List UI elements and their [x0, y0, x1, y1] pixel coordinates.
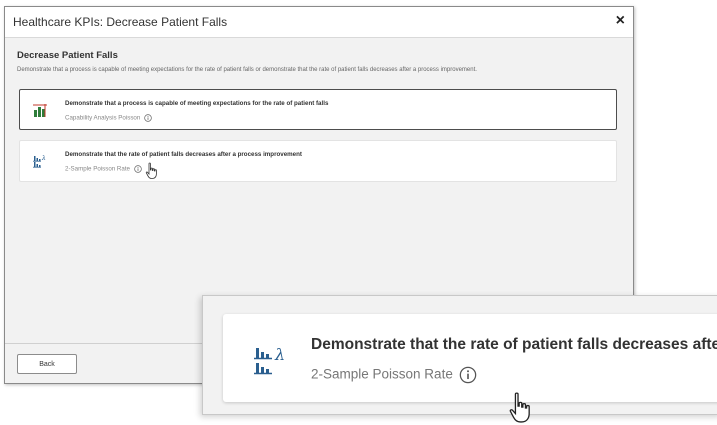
- option-card-subtitle: Capability Analysis Poisson: [65, 114, 152, 122]
- info-icon[interactable]: [134, 165, 142, 173]
- option-card-capability[interactable]: Demonstrate that a process is capable of…: [19, 89, 617, 130]
- option-card-subtitle: 2-Sample Poisson Rate: [65, 165, 142, 173]
- option-card-poisson[interactable]: λ Demonstrate that the rate of patient f…: [19, 140, 617, 182]
- option-card-title: Demonstrate that a process is capable of…: [65, 100, 329, 107]
- dialog-title: Healthcare KPIs: Decrease Patient Falls: [13, 15, 228, 29]
- zoomed-card-title: Demonstrate that the rate of patient fal…: [311, 336, 717, 353]
- back-button[interactable]: Back: [17, 354, 77, 374]
- section-heading: Decrease Patient Falls: [17, 50, 118, 61]
- zoomed-card-subtitle: 2-Sample Poisson Rate: [311, 366, 477, 384]
- hand-cursor-icon: [145, 162, 157, 179]
- svg-text:λ: λ: [274, 345, 285, 364]
- info-icon[interactable]: [459, 366, 477, 384]
- zoom-callout: λ Demonstrate that the rate of patient f…: [202, 295, 717, 423]
- svg-text:λ: λ: [41, 155, 46, 162]
- dialog-titlebar: Healthcare KPIs: Decrease Patient Falls …: [5, 7, 633, 38]
- option-card-subtitle-text: 2-Sample Poisson Rate: [65, 165, 131, 173]
- option-card-title: Demonstrate that the rate of patient fal…: [65, 151, 302, 158]
- hand-cursor-icon: [509, 392, 530, 423]
- close-icon[interactable]: ×: [616, 12, 625, 30]
- info-icon[interactable]: [144, 114, 152, 122]
- option-card-subtitle-text: Capability Analysis Poisson: [65, 114, 141, 122]
- poisson-rate-icon: λ: [33, 155, 46, 168]
- zoomed-card-subtitle-text: 2-Sample Poisson Rate: [311, 366, 453, 382]
- section-description: Demonstrate that a process is capable of…: [17, 67, 477, 73]
- zoomed-option-card[interactable]: λ Demonstrate that the rate of patient f…: [223, 314, 717, 423]
- capability-chart-icon: [33, 104, 47, 117]
- poisson-rate-icon: λ: [254, 345, 285, 375]
